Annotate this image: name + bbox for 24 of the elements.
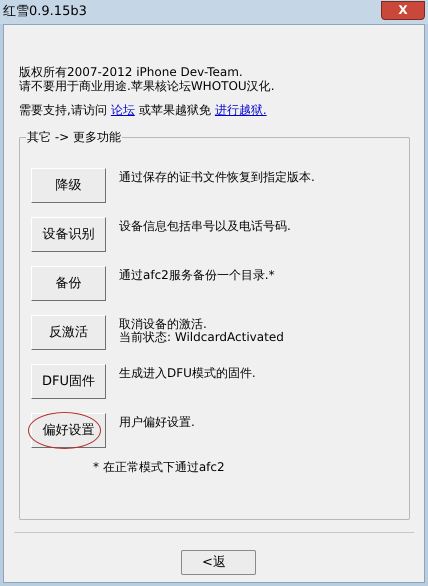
action-description: 设备信息包括串号以及电话号码. (119, 220, 291, 233)
window-title: 红雪0.9.15b3 (3, 3, 87, 22)
copyright-text: 版权所有2007-2012 iPhone Dev-Team. (19, 65, 244, 79)
action-button[interactable]: 备份 (31, 266, 106, 301)
action-button[interactable]: 设备识别 (31, 217, 106, 252)
close-button[interactable]: X (381, 0, 425, 20)
footnote-text: * 在正常模式下通过afc2 (93, 460, 225, 474)
forum-link[interactable]: 论坛 (110, 101, 135, 119)
action-description: 当前状态: WildcardActivated (119, 331, 284, 344)
support-text: 需要支持,请访问 (19, 102, 107, 119)
action-description: 用户偏好设置. (119, 416, 195, 429)
copyright-text: 请不要用于商业用途.苹果核论坛WHOTOU汉化. (19, 79, 276, 93)
group-title: 其它 -> 更多功能 (26, 129, 122, 145)
action-description: 取消设备的激活. (119, 318, 208, 331)
action-button[interactable]: 反激活 (31, 315, 106, 350)
action-button[interactable]: 降级 (31, 168, 106, 203)
action-description: 通过保存的证书文件恢复到指定版本. (119, 171, 315, 184)
action-button[interactable]: DFU固件 (31, 364, 106, 399)
support-text: 或苹果越狱免 (138, 102, 211, 119)
back-button[interactable]: <返 (181, 550, 256, 575)
action-button[interactable]: 偏好设置 (31, 413, 106, 448)
action-description: 生成进入DFU模式的固件. (119, 367, 256, 380)
action-description: 通过afc2服务备份一个目录.* (119, 269, 275, 282)
jailbreak-link[interactable]: 进行越狱. (214, 101, 267, 119)
